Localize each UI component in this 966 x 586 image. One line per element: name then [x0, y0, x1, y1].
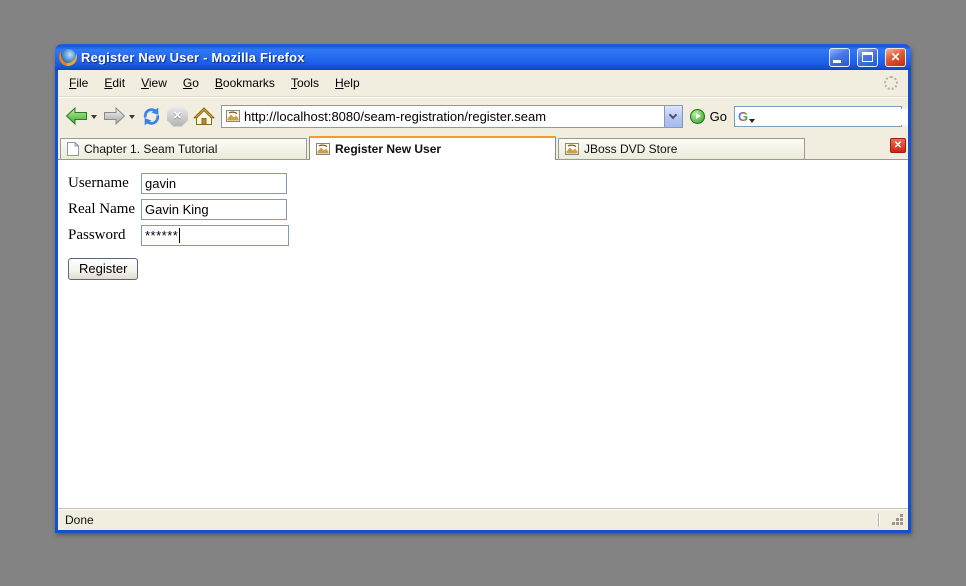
- tab-bar: Chapter 1. Seam Tutorial Register New Us…: [58, 134, 908, 160]
- home-button[interactable]: [192, 105, 216, 128]
- reload-button[interactable]: [140, 104, 163, 129]
- back-arrow-icon: [65, 107, 88, 125]
- username-input[interactable]: [141, 173, 287, 194]
- back-dropdown[interactable]: [91, 115, 97, 119]
- go-label: Go: [710, 109, 727, 124]
- register-button[interactable]: Register: [68, 258, 138, 280]
- username-label: Username: [68, 175, 141, 192]
- window-body: File Edit View Go Bookmarks Tools Help: [58, 70, 908, 530]
- realname-label: Real Name: [68, 201, 141, 218]
- tab-label: Chapter 1. Seam Tutorial: [84, 142, 217, 156]
- seam-favicon: [565, 143, 579, 155]
- forward-dropdown[interactable]: [129, 115, 135, 119]
- menu-tools[interactable]: Tools: [283, 72, 327, 94]
- firefox-icon: [60, 49, 76, 65]
- menu-bookmarks[interactable]: Bookmarks: [207, 72, 283, 94]
- url-dropdown-button[interactable]: [664, 106, 682, 127]
- password-label: Password: [68, 227, 141, 244]
- menu-view[interactable]: View: [133, 72, 175, 94]
- minimize-button[interactable]: [829, 48, 850, 67]
- tab-label: JBoss DVD Store: [584, 142, 677, 156]
- go-icon: [690, 109, 705, 124]
- password-input[interactable]: [141, 225, 289, 246]
- status-text: Done: [65, 513, 94, 527]
- realname-input[interactable]: [141, 199, 287, 220]
- url-bar: [221, 105, 683, 128]
- tab-label: Register New User: [335, 142, 441, 156]
- close-icon: ✕: [886, 49, 905, 66]
- search-input[interactable]: [757, 109, 908, 125]
- page-content: Username Real Name Password Register: [58, 160, 908, 508]
- status-bar: Done: [58, 508, 908, 530]
- firefox-window: Register New User - Mozilla Firefox ✕ Fi…: [55, 44, 911, 533]
- blank-page-icon: [67, 142, 79, 156]
- close-button[interactable]: ✕: [885, 48, 906, 67]
- minimize-icon: [833, 60, 841, 63]
- text-caret: [179, 228, 180, 243]
- tab-jboss-dvd-store[interactable]: JBoss DVD Store: [558, 138, 805, 159]
- stop-button[interactable]: ✕: [167, 106, 188, 127]
- page-favicon: [226, 110, 240, 122]
- tab-register-new-user[interactable]: Register New User: [309, 136, 556, 160]
- maximize-button[interactable]: [857, 48, 878, 67]
- menu-help[interactable]: Help: [327, 72, 368, 94]
- stop-icon: ✕: [167, 106, 188, 127]
- forward-button[interactable]: [102, 105, 127, 127]
- url-input[interactable]: [240, 109, 664, 124]
- menu-go[interactable]: Go: [175, 72, 207, 94]
- search-box: G: [734, 106, 902, 127]
- maximize-icon: [862, 52, 873, 62]
- reload-icon: [141, 106, 162, 127]
- search-engine-dropdown[interactable]: [749, 119, 755, 123]
- realname-row: Real Name: [68, 199, 908, 220]
- window-title: Register New User - Mozilla Firefox: [81, 50, 822, 65]
- seam-favicon: [316, 143, 330, 155]
- title-bar[interactable]: Register New User - Mozilla Firefox ✕: [55, 44, 911, 70]
- password-row: Password: [68, 225, 908, 246]
- tab-seam-tutorial[interactable]: Chapter 1. Seam Tutorial: [60, 138, 307, 159]
- navigation-toolbar: ✕ Go: [58, 97, 908, 134]
- menu-edit[interactable]: Edit: [96, 72, 133, 94]
- close-tab-button[interactable]: ✕: [890, 138, 906, 153]
- forward-arrow-icon: [103, 107, 126, 125]
- chevron-down-icon: [669, 110, 677, 118]
- back-button[interactable]: [64, 105, 89, 127]
- menu-file[interactable]: File: [61, 72, 96, 94]
- menu-bar: File Edit View Go Bookmarks Tools Help: [58, 70, 908, 97]
- throbber-icon: [884, 76, 898, 90]
- google-icon[interactable]: G: [738, 108, 748, 125]
- resize-grip[interactable]: [892, 514, 904, 526]
- username-row: Username: [68, 173, 908, 194]
- status-separator: [878, 513, 880, 527]
- go-button[interactable]: Go: [690, 109, 727, 124]
- home-icon: [193, 107, 215, 126]
